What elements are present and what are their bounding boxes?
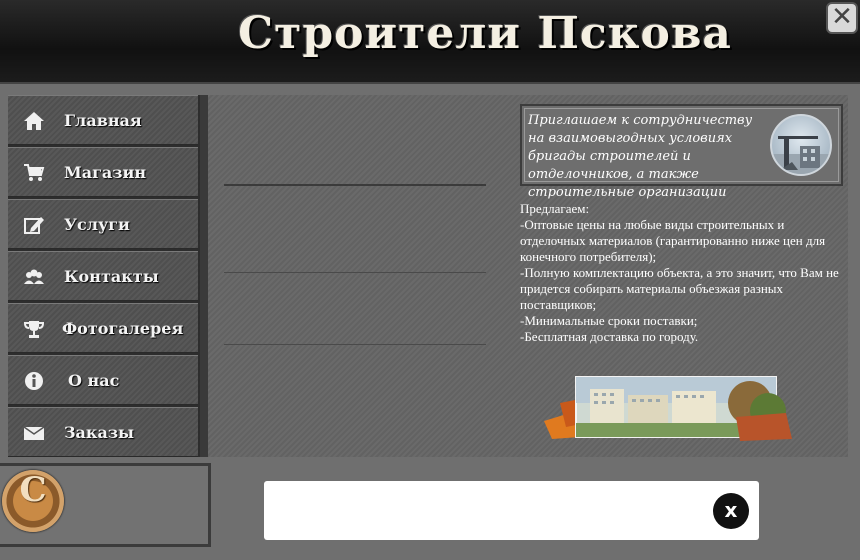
construction-crane-image [770, 114, 832, 176]
menu-item-about[interactable]: О нас [8, 355, 198, 405]
menu-item-label: Фотогалерея [62, 319, 184, 338]
offer-line: Предлагаем: [520, 201, 590, 216]
menu-item-gallery[interactable]: Фотогалерея [8, 303, 198, 353]
menu-item-label: Магазин [64, 163, 147, 182]
trophy-icon [22, 318, 46, 340]
menu-item-home[interactable]: Главная [8, 95, 198, 145]
site-title: Строители Пскова [238, 8, 732, 59]
offer-text: Предлагаем: -Оптовые цены на любые виды … [520, 201, 842, 345]
menu-item-shop[interactable]: Магазин [8, 147, 198, 197]
popup-close-button[interactable]: x [713, 493, 749, 529]
company-logo: C [2, 470, 64, 532]
sidebar-divider [200, 95, 208, 457]
cart-icon [22, 162, 46, 184]
divider [224, 272, 486, 273]
menu-item-label: Главная [64, 111, 142, 130]
popup-dialog: x [264, 481, 759, 540]
divider [224, 184, 486, 186]
menu-item-services[interactable]: Услуги [8, 199, 198, 249]
menu-item-label: Контакты [64, 267, 159, 286]
menu-item-orders[interactable]: Заказы [8, 407, 198, 457]
site-header: Строители Пскова [0, 0, 860, 84]
divider [224, 344, 486, 345]
envelope-icon [22, 422, 46, 444]
main-content: Приглашаем к сотрудничеству на взаимовыг… [208, 95, 848, 457]
offer-line: -Полную комплектацию объекта, а это знач… [520, 265, 839, 312]
users-icon [22, 266, 46, 288]
menu-item-label: Услуги [64, 215, 130, 234]
buildings-banner-image [540, 373, 802, 443]
sidebar-menu: Главная Магазин Услуги Контакты Фотогале… [8, 95, 208, 457]
logo-letter: C [19, 470, 47, 510]
invite-box: Приглашаем к сотрудничеству на взаимовыг… [520, 104, 843, 200]
offer-line: -Оптовые цены на любые виды строительных… [520, 217, 826, 264]
menu-item-label: О нас [68, 371, 120, 390]
offer-line: -Бесплатная доставка по городу. [520, 329, 699, 344]
home-icon [22, 110, 46, 132]
close-button[interactable]: ✕ [826, 2, 858, 34]
edit-icon [22, 214, 46, 236]
offer-line: -Минимальные сроки поставки; [520, 313, 698, 328]
info-icon [22, 370, 46, 392]
menu-item-label: Заказы [64, 423, 135, 442]
invite-text: Приглашаем к сотрудничеству на взаимовыг… [528, 113, 753, 200]
menu-item-contacts[interactable]: Контакты [8, 251, 198, 301]
